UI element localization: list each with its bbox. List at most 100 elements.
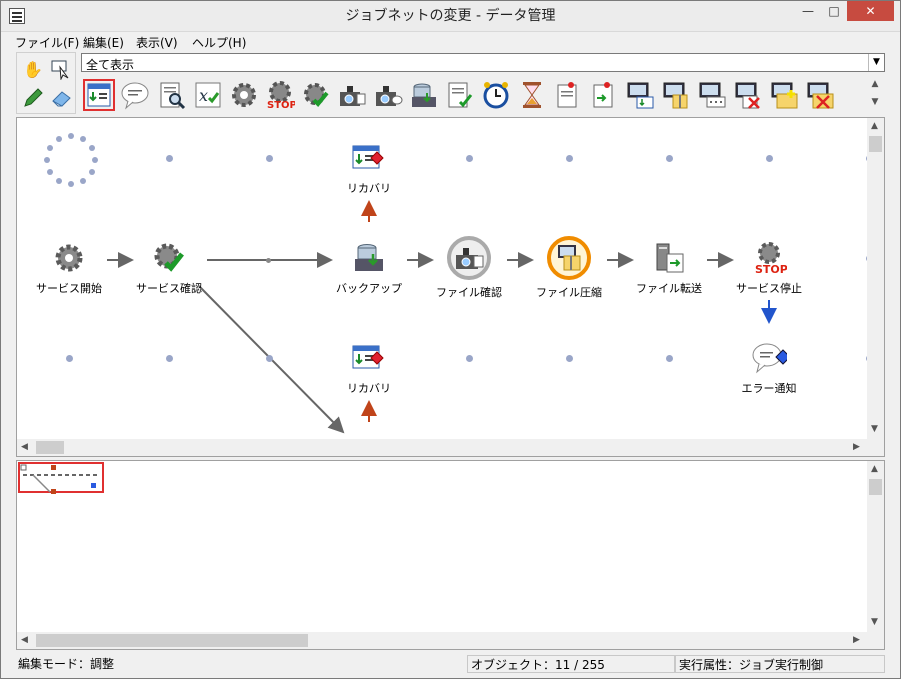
- db-backup-icon: [351, 240, 387, 276]
- gear-check-icon: [151, 240, 187, 276]
- menu-help[interactable]: ヘルプ(H): [192, 34, 246, 51]
- hand-tool-icon[interactable]: ✋: [20, 56, 46, 82]
- new-folder-icon[interactable]: [768, 79, 800, 111]
- gear-check-icon[interactable]: [300, 79, 332, 111]
- grid-dot: [66, 355, 73, 362]
- status-exec-attribute: 実行属性：ジョブ実行制御: [675, 655, 885, 673]
- node-error-notify[interactable]: エラー通知: [724, 340, 814, 396]
- pc-zip-icon[interactable]: [660, 79, 692, 111]
- svg-text:x: x: [199, 86, 208, 105]
- chevron-down-icon[interactable]: ▼: [867, 97, 883, 107]
- status-bar: 編集モード：調整 オブジェクト：11 / 255 実行属性：ジョブ実行制御: [1, 653, 900, 678]
- node-label: エラー通知: [741, 382, 797, 395]
- node-service-stop[interactable]: STOP サービス停止: [724, 240, 814, 296]
- grid-dot: [166, 355, 173, 362]
- chevron-right-icon[interactable]: ▶: [853, 442, 860, 452]
- chevron-up-icon[interactable]: ▲: [871, 121, 878, 131]
- hourglass-icon[interactable]: [516, 79, 548, 111]
- chevron-right-icon[interactable]: ▶: [853, 635, 860, 645]
- error-message-icon: [751, 340, 787, 376]
- node-service-start[interactable]: サービス開始: [24, 240, 114, 296]
- jobnet-canvas[interactable]: サービス開始 サービス確認 バックアップ ファイル確認 ファイル圧縮 ファイル転…: [16, 117, 885, 457]
- node-label: サービス開始: [36, 282, 102, 295]
- camera-job-icon[interactable]: [336, 79, 368, 111]
- scroll-thumb[interactable]: [869, 136, 882, 152]
- file-search-icon[interactable]: [156, 79, 188, 111]
- node-label: リカバリ: [347, 382, 391, 395]
- pc-delete-icon[interactable]: [732, 79, 764, 111]
- node-label: ファイル圧縮: [536, 286, 602, 299]
- menu-view[interactable]: 表示(V): [136, 34, 178, 51]
- menu-file[interactable]: ファイル(F): [15, 34, 79, 51]
- overview-pane[interactable]: ▲ ▼ ◀ ▶: [16, 460, 885, 650]
- svg-text:STOP: STOP: [267, 100, 295, 110]
- pc-msg-icon[interactable]: [696, 79, 728, 111]
- chevron-left-icon[interactable]: ◀: [21, 635, 28, 645]
- chevron-left-icon[interactable]: ◀: [21, 442, 28, 452]
- status-mode: 編集モード：調整: [18, 657, 115, 671]
- select-tool-icon[interactable]: [48, 56, 74, 82]
- view-filter-select[interactable]: 全て表示 ▼: [81, 53, 885, 72]
- chevron-up-icon[interactable]: ▲: [867, 79, 883, 89]
- chevron-down-icon[interactable]: ▼: [871, 424, 878, 434]
- recovery-icon: [351, 140, 387, 176]
- chevron-down-icon[interactable]: ▼: [868, 54, 884, 71]
- node-label: サービス確認: [136, 282, 202, 295]
- recovery-icon: [351, 340, 387, 376]
- pc-download-icon[interactable]: [624, 79, 656, 111]
- canvas-vertical-scrollbar[interactable]: ▲ ▼: [867, 118, 884, 440]
- db-backup-icon[interactable]: [408, 79, 440, 111]
- message-icon[interactable]: [119, 79, 151, 111]
- toolbar: ✋ 全て表示 ▼ x STOP ▲ ▼: [1, 52, 900, 116]
- checklist-icon[interactable]: [444, 79, 476, 111]
- svg-text:STOP: STOP: [755, 263, 787, 276]
- chevron-down-icon[interactable]: ▼: [871, 617, 878, 627]
- grid-dot: [566, 155, 573, 162]
- scroll-thumb[interactable]: [36, 441, 64, 454]
- job-icon-palette: x STOP: [83, 79, 843, 115]
- node-service-check[interactable]: サービス確認: [124, 240, 214, 296]
- camera-msg-icon[interactable]: [372, 79, 404, 111]
- chevron-up-icon[interactable]: ▲: [871, 464, 878, 474]
- start-point-icon[interactable]: [41, 130, 101, 190]
- toolbar-scroll[interactable]: ▲ ▼: [867, 75, 883, 115]
- scroll-thumb[interactable]: [869, 479, 882, 495]
- node-recovery-upper[interactable]: リカバリ: [324, 140, 414, 196]
- grid-dot: [566, 355, 573, 362]
- pencil-tool-icon[interactable]: [20, 85, 46, 111]
- minimize-button[interactable]: —: [795, 1, 821, 21]
- folder-delete-icon[interactable]: [804, 79, 836, 111]
- eraser-tool-icon[interactable]: [48, 85, 74, 111]
- node-label: サービス停止: [736, 282, 802, 295]
- overview-map: [20, 464, 97, 494]
- node-file-compress[interactable]: ファイル圧縮: [524, 236, 614, 300]
- node-file-check[interactable]: ファイル確認: [424, 236, 514, 300]
- close-button[interactable]: ✕: [847, 1, 894, 21]
- overview-vertical-scrollbar[interactable]: ▲ ▼: [867, 461, 884, 633]
- gear-icon[interactable]: [228, 79, 260, 111]
- overview-horizontal-scrollbar[interactable]: ◀ ▶: [17, 632, 867, 649]
- alarm-clock-icon[interactable]: [480, 79, 512, 111]
- node-file-transfer[interactable]: ファイル転送: [624, 240, 714, 296]
- camera-check-icon: [447, 236, 491, 280]
- grid-dot: [766, 155, 773, 162]
- gear-icon: [51, 240, 87, 276]
- application-window: ジョブネットの変更 - データ管理 — □ ✕ ファイル(F) 編集(E) 表示…: [0, 0, 901, 679]
- title-bar: ジョブネットの変更 - データ管理 — □ ✕: [1, 1, 900, 32]
- menu-edit[interactable]: 編集(E): [83, 34, 124, 51]
- formula-icon[interactable]: x: [192, 79, 224, 111]
- node-label: ファイル転送: [636, 282, 702, 295]
- stop-icon[interactable]: STOP: [264, 79, 296, 111]
- pin-doc2-icon[interactable]: [588, 79, 620, 111]
- grid-dot: [266, 355, 273, 362]
- canvas-horizontal-scrollbar[interactable]: ◀ ▶: [17, 439, 867, 456]
- grid-dot: [266, 155, 273, 162]
- node-recovery-lower[interactable]: リカバリ: [324, 340, 414, 396]
- pin-doc-icon[interactable]: [552, 79, 584, 111]
- maximize-button[interactable]: □: [821, 1, 847, 21]
- node-label: バックアップ: [336, 282, 402, 295]
- scroll-thumb[interactable]: [36, 634, 308, 647]
- status-object-count: オブジェクト：11 / 255: [467, 655, 675, 673]
- node-backup[interactable]: バックアップ: [324, 240, 414, 296]
- jobnet-icon[interactable]: [83, 79, 115, 111]
